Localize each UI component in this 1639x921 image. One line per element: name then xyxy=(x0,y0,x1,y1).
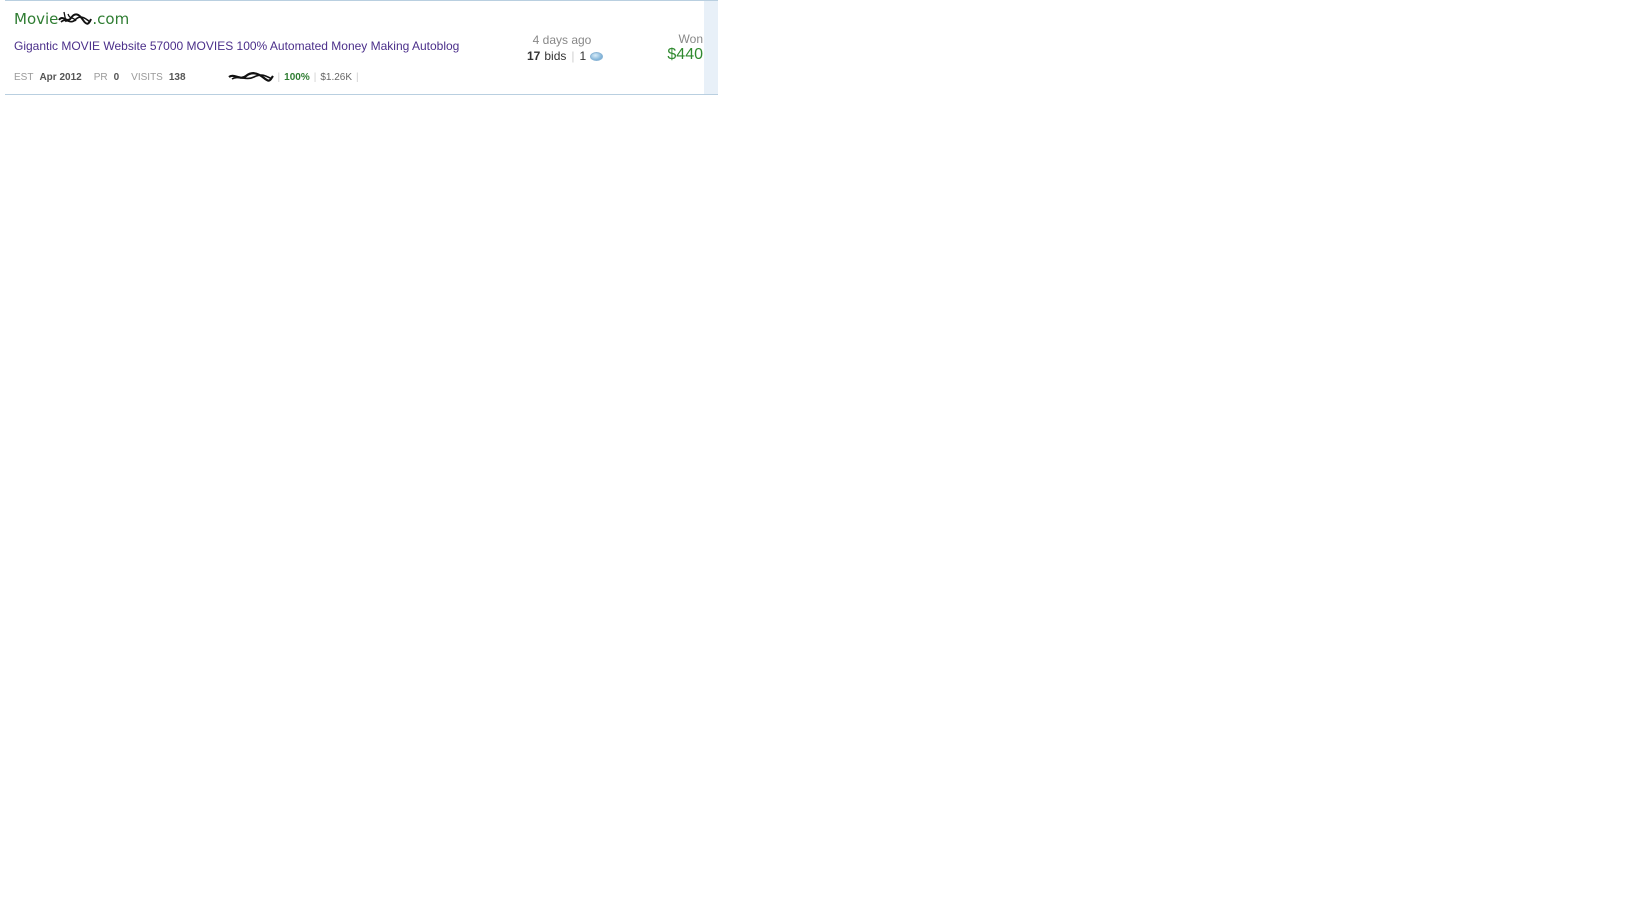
listing-metadata: EST Apr 2012 PR 0 VISITS 138 | 100% | $1… xyxy=(14,71,363,83)
meta-separator: | xyxy=(313,71,317,83)
auction-status: Won xyxy=(678,32,703,46)
visits-value: 138 xyxy=(168,71,186,83)
meta-separator: | xyxy=(356,71,359,83)
row-edge-stripe xyxy=(704,1,718,94)
bids-summary: 17 bids | 1 xyxy=(527,49,604,63)
pr-label: PR xyxy=(93,71,108,83)
pr-value: 0 xyxy=(113,71,120,83)
redacted-scribble xyxy=(58,11,93,25)
bids-separator: | xyxy=(571,49,575,63)
domain-prefix: Movie xyxy=(14,10,59,28)
auction-listing-row[interactable]: Movie .com Gigantic MOVIE Website 57000 … xyxy=(5,0,718,95)
listing-title-link[interactable]: Gigantic MOVIE Website 57000 MOVIES 100%… xyxy=(14,39,459,53)
comments-count: 1 xyxy=(579,49,587,63)
seller-sales: $1.26K xyxy=(320,71,353,83)
domain-link[interactable]: Movie .com xyxy=(14,10,129,28)
redacted-seller-scribble xyxy=(227,72,274,82)
comment-bubble-icon[interactable] xyxy=(590,51,604,61)
bids-count: 17 xyxy=(527,49,541,63)
meta-separator: | xyxy=(277,71,281,83)
domain-suffix: .com xyxy=(92,10,130,28)
est-label: EST xyxy=(14,71,34,83)
seller-rating: 100% xyxy=(284,71,310,83)
winning-price: $440 xyxy=(667,46,703,63)
bids-label: bids xyxy=(544,49,567,63)
visits-label: VISITS xyxy=(131,71,163,83)
time-ago: 4 days ago xyxy=(532,33,592,47)
est-value: Apr 2012 xyxy=(39,71,82,83)
